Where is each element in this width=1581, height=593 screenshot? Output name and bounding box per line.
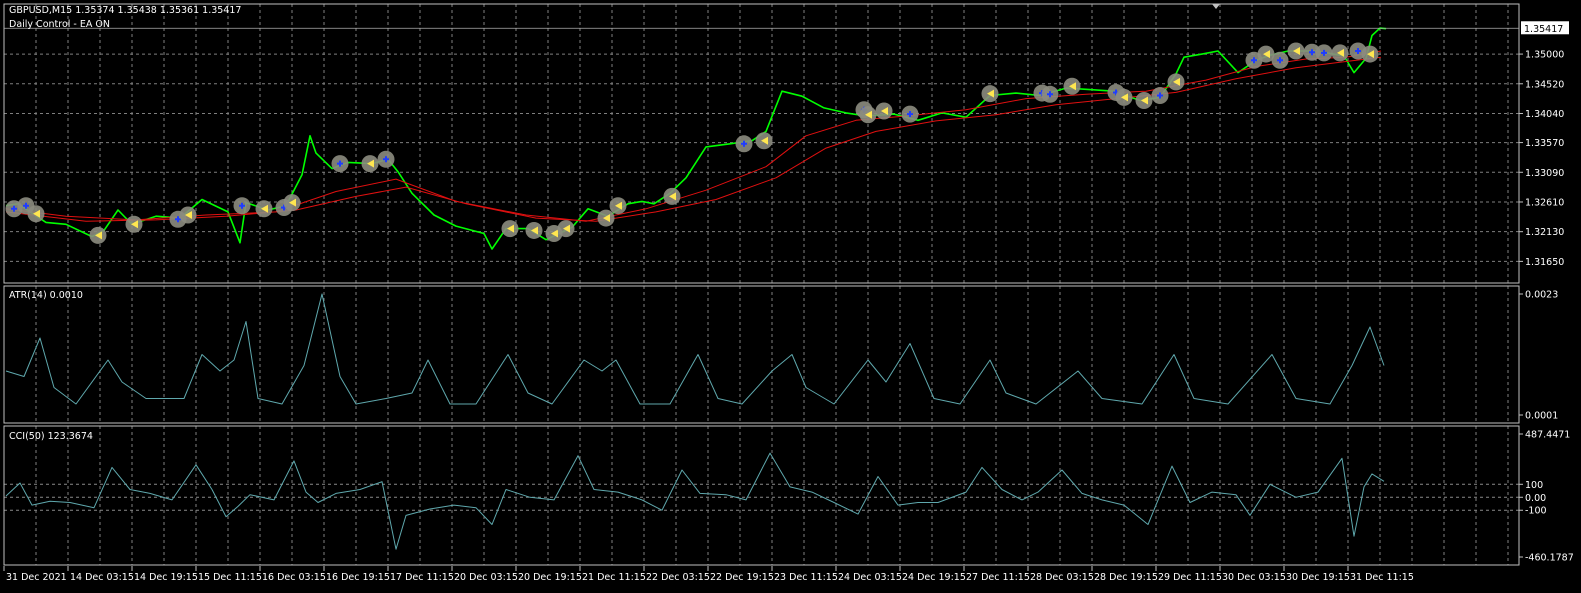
axis-tick-label: 1.33570 — [1525, 138, 1564, 149]
time-tick-label: 22 Dec 03:15 — [646, 572, 710, 583]
ea-status-label: Daily Control - EA ON — [9, 19, 110, 30]
axis-tick-label: 1.35000 — [1525, 50, 1564, 61]
trade-signal-sell[interactable] — [255, 200, 273, 218]
series-line-price — [5, 27, 1387, 250]
cci-panel[interactable] — [5, 452, 1385, 550]
time-tick-label: 28 Dec 19:15 — [1094, 572, 1158, 583]
trade-signal-buy[interactable] — [331, 155, 349, 173]
trade-signal-buy[interactable] — [1151, 87, 1169, 105]
cci-label: CCI(50) 123.3674 — [9, 431, 93, 442]
axis-tick-label: 1.32610 — [1525, 197, 1564, 208]
trade-signal-buy[interactable] — [377, 150, 395, 168]
axis-tick-label: 100 — [1525, 480, 1543, 491]
axis-tick-label: 1.33090 — [1525, 168, 1564, 179]
time-axis: 31 Dec 2021 14 Dec 03:15 14 Dec 19:15 15 De… — [3, 566, 1414, 583]
trade-signal-sell[interactable] — [125, 215, 143, 233]
time-tick-label: 22 Dec 19:15 — [710, 572, 774, 583]
trade-signal-sell[interactable] — [179, 206, 197, 224]
mt4-chart-window[interactable]: 1.35000 1.34520 1.34040 1.33570 1.33090 1.326… — [0, 0, 1581, 589]
trade-signal-sell[interactable] — [981, 85, 999, 103]
axis-tick-label: 0.00 — [1525, 493, 1546, 504]
trade-signal-sell[interactable] — [663, 187, 681, 205]
axis-tick-label: -460.1787 — [1525, 553, 1574, 564]
time-tick-label: 30 Dec 19:15 — [1286, 572, 1350, 583]
axis-tick-label: 1.31650 — [1525, 257, 1564, 268]
series-line-cci-50- — [5, 452, 1385, 550]
trade-signal-sell[interactable] — [501, 220, 519, 238]
axis-tick-label: 487.4471 — [1525, 430, 1570, 441]
time-tick-label: 14 Dec 03:15 — [70, 572, 134, 583]
axis-tick-label: 0.0001 — [1525, 411, 1558, 422]
time-tick-label: 16 Dec 03:15 — [262, 572, 326, 583]
trade-signal-buy[interactable] — [1315, 44, 1333, 62]
trade-signal-sell[interactable] — [557, 220, 575, 238]
time-tick-label: 23 Dec 11:15 — [774, 572, 838, 583]
trade-signal-sell[interactable] — [597, 209, 615, 227]
trade-signal-sell[interactable] — [755, 132, 773, 150]
trade-signal-sell[interactable] — [875, 102, 893, 120]
panel-frame — [3, 285, 1520, 424]
axis-tick-label: -100 — [1525, 506, 1547, 517]
time-tick-label: 29 Dec 11:15 — [1158, 572, 1222, 583]
time-tick-label: 17 Dec 11:15 — [390, 572, 454, 583]
trade-signal-buy[interactable] — [901, 105, 919, 123]
symbol-label: GBPUSD,M15 1.35374 1.35438 1.35361 1.354… — [9, 5, 241, 16]
trade-signal-sell[interactable] — [1135, 91, 1153, 109]
trade-signal-sell[interactable] — [1287, 42, 1305, 60]
trade-signal-sell[interactable] — [1167, 73, 1185, 91]
axis-tick-label: 1.32130 — [1525, 227, 1564, 238]
trade-signal-sell[interactable] — [1331, 44, 1349, 62]
time-tick-label: 15 Dec 11:15 — [198, 572, 262, 583]
trade-signal-buy[interactable] — [735, 135, 753, 153]
trade-signal-buy[interactable] — [1041, 85, 1059, 103]
chart-shift-marker-icon[interactable] — [1212, 4, 1220, 9]
chart-canvas[interactable]: 1.35000 1.34520 1.34040 1.33570 1.33090 1.326… — [0, 0, 1581, 589]
trade-signal-buy[interactable] — [1271, 51, 1289, 69]
trade-signal-sell[interactable] — [1361, 45, 1379, 63]
panel-frames — [3, 3, 1520, 566]
trade-signal-sell[interactable] — [1115, 88, 1133, 106]
price-axis: 1.35000 1.34520 1.34040 1.33570 1.33090 1.326… — [4, 4, 1574, 564]
trade-signal-sell[interactable] — [27, 205, 45, 223]
trade-signal-sell[interactable] — [283, 194, 301, 212]
time-tick-label: 16 Dec 19:15 — [326, 572, 390, 583]
trade-signal-sell[interactable] — [859, 106, 877, 124]
series-line-atr-14- — [5, 293, 1385, 405]
time-tick-label: 14 Dec 19:15 — [134, 572, 198, 583]
current-price-label: 1.35417 — [1524, 24, 1563, 35]
time-tick-label: 20 Dec 19:15 — [518, 572, 582, 583]
time-tick-label: 24 Dec 03:15 — [838, 572, 902, 583]
time-tick-label: 21 Dec 11:15 — [582, 572, 646, 583]
time-tick-label: 30 Dec 03:15 — [1222, 572, 1286, 583]
atr-panel[interactable] — [5, 293, 1385, 405]
trade-signal-sell[interactable] — [1063, 77, 1081, 95]
atr-label: ATR(14) 0.0010 — [9, 290, 83, 301]
trade-signal-buy[interactable] — [233, 197, 251, 215]
axis-tick-label: 1.34520 — [1525, 79, 1564, 90]
time-tick-label: 28 Dec 03:15 — [1030, 572, 1094, 583]
trade-signal-sell[interactable] — [609, 197, 627, 215]
time-tick-label: 31 Dec 11:15 — [1350, 572, 1414, 583]
time-tick-label: 20 Dec 03:15 — [454, 572, 518, 583]
price-panel[interactable] — [5, 27, 1387, 250]
trade-signal-sell[interactable] — [525, 221, 543, 239]
trade-signal-sell[interactable] — [361, 155, 379, 173]
time-tick-label: 24 Dec 19:15 — [902, 572, 966, 583]
trade-signal-sell[interactable] — [89, 226, 107, 244]
time-tick-label: 27 Dec 11:15 — [966, 572, 1030, 583]
time-tick-label: 31 Dec 2021 — [6, 572, 67, 583]
grid-layer — [3, 4, 1519, 565]
axis-tick-label: 0.0023 — [1525, 290, 1558, 301]
axis-tick-label: 1.34040 — [1525, 109, 1564, 120]
